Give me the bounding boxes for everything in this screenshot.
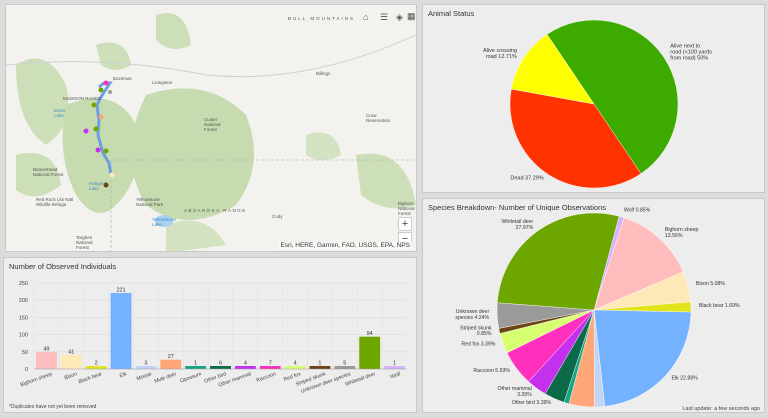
- x-tick-label: Bison: [64, 371, 78, 381]
- x-tick-label: Elk: [119, 371, 128, 379]
- map-label-hebgen: Hebgen Lake: [89, 181, 105, 191]
- status-pie-panel: Animal Status Alive next to road (<100 ya…: [422, 4, 765, 193]
- pie-label: Other bird 3.39%: [512, 400, 552, 406]
- species-pie-panel: Species Breakdown- Number of Unique Obse…: [422, 198, 765, 413]
- pie-label: Elk 22.88%: [671, 375, 698, 381]
- y-tick-label: 250: [19, 281, 28, 287]
- pie-label: Bison 5.08%: [696, 281, 726, 287]
- bar-bison: [60, 354, 82, 369]
- map-label-bighorn: Bighorn National Forest: [398, 201, 415, 216]
- y-tick-label: 0: [25, 367, 28, 373]
- x-tick-label: Bighorn sheep: [20, 371, 54, 388]
- bar-bighorn-sheep: [36, 352, 57, 369]
- map-label-custer: Custer National Forest: [204, 117, 221, 132]
- map-label-beaverhead: Beaverhead National Forest: [33, 167, 64, 177]
- bar-value-label: 2: [95, 361, 98, 367]
- map-label-ynp: Yellowstone National Park: [136, 197, 164, 207]
- pie-label: Red fox 3.39%: [461, 341, 495, 347]
- pie-label: Black bear 1.69%: [699, 303, 740, 309]
- x-tick-label: Opossum: [179, 371, 202, 384]
- zoom-in-button[interactable]: +: [398, 217, 412, 231]
- map-label-yellowstone-lake: Yellowstone Lake: [152, 217, 176, 227]
- pie-label: Whitetail deer 27.97%: [502, 219, 534, 231]
- bar-value-label: 221: [116, 287, 125, 293]
- bar-value-label: 41: [68, 349, 74, 355]
- basemap-icon[interactable]: ◈: [396, 12, 403, 23]
- bar-mule-deer: [160, 359, 182, 369]
- bar-value-label: 6: [219, 361, 222, 367]
- bar-value-label: 7: [269, 361, 272, 367]
- y-tick-label: 100: [19, 333, 28, 339]
- map-label-billings: Billings: [316, 71, 331, 76]
- pie-label: Alive next to road (<100 yards from road) …: [670, 44, 712, 62]
- bar-whitetail-deer: [359, 336, 381, 369]
- x-tick-label: Moose: [136, 371, 153, 382]
- pie-label: Striped skunk 0.85%: [460, 325, 492, 337]
- bar-value-label: 27: [168, 354, 174, 360]
- grid-icon[interactable]: ▦: [407, 11, 416, 22]
- map-label-targhee: Targhee National Forest: [76, 235, 93, 250]
- pie-label: Raccoon 5.93%: [473, 368, 510, 374]
- home-icon[interactable]: ⌂: [363, 12, 368, 22]
- bar-value-label: 4: [244, 361, 247, 367]
- last-update: Last update: a few seconds ago: [682, 406, 760, 412]
- pie-label: Other mammal 3.39%: [497, 386, 532, 398]
- pie-label: Alive crossing road 12.71%: [483, 48, 517, 60]
- map-label-crow: Crow Reservation: [366, 113, 391, 123]
- bar-chart: 05010015020025049Bighorn sheep41Bison2Bl…: [19, 281, 407, 395]
- map-attribution: Esri, HERE, Garmin, FAO, USGS, EPA, NPS: [278, 242, 412, 249]
- bar-value-label: 4: [294, 361, 297, 367]
- bar-value-label: 1: [393, 361, 396, 367]
- y-tick-label: 50: [22, 350, 28, 356]
- y-tick-label: 200: [19, 298, 28, 304]
- x-tick-label: Wolf: [390, 371, 402, 380]
- pie-label: Wolf 0.85%: [624, 207, 651, 213]
- map-label-bull-mountains: BULL MOUNTAINS: [288, 16, 356, 21]
- species-pie-chart: Wolf 0.85% Bighorn sheep 13.56% Bison 5.08%…: [455, 207, 740, 408]
- map-panel[interactable]: BULL MOUNTAINS Bozeman Livingston Billin…: [5, 4, 417, 252]
- status-pie-chart: Alive next to road (<100 yards from road) …: [483, 19, 712, 189]
- map-label-livingston: Livingston: [152, 80, 173, 85]
- map-label-absaroka: ABSAROKA RANGE: [184, 208, 247, 213]
- pie-label: Dead 37.29%: [510, 175, 543, 181]
- map-label-madison-range: MADISON RANGE: [63, 96, 102, 101]
- bar-value-label: 49: [43, 347, 49, 353]
- layer-list-icon[interactable]: ☰: [380, 12, 388, 23]
- x-tick-label: Black bear: [78, 371, 103, 385]
- bar-value-label: 3: [144, 361, 147, 367]
- x-tick-label: Raccoon: [256, 371, 277, 384]
- bar-elk: [110, 292, 132, 369]
- pie-slice: [593, 309, 692, 407]
- pie-label: Unknown deer species 4.24%: [455, 309, 489, 321]
- bar-value-label: 94: [367, 331, 373, 337]
- bar-value-label: 5: [343, 361, 346, 367]
- map-label-red-rock: Red Rock Lks Natl Wildlife Refuge: [36, 197, 74, 207]
- map-label-ennis: Ennis Lake: [54, 108, 66, 118]
- bar-chart-panel: Number of Observed Individuals 0 50 100 150…: [3, 257, 417, 413]
- map-label-cody: Cody: [272, 214, 283, 219]
- pie-label: Bighorn sheep 13.56%: [665, 227, 699, 239]
- x-tick-label: Mule deer: [154, 371, 178, 385]
- bar-chart-footnote: *Duplicates have not yet been removed: [9, 404, 97, 410]
- y-tick-label: 150: [19, 315, 28, 321]
- map-label-bozeman: Bozeman: [113, 76, 133, 81]
- bar-value-label: 1: [194, 361, 197, 367]
- bar-value-label: 1: [318, 361, 321, 367]
